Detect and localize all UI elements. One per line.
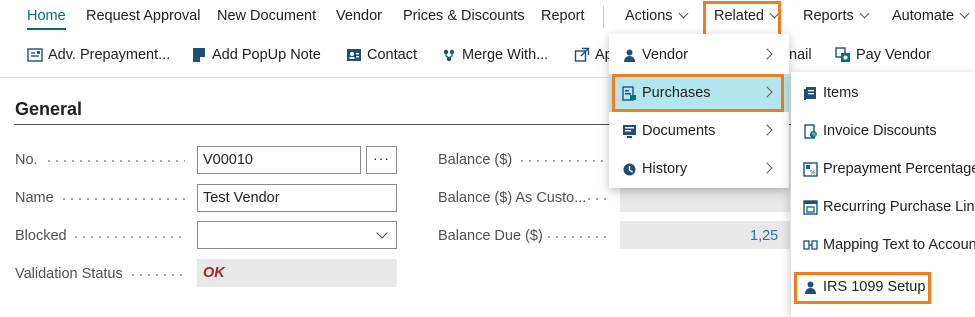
recurring-purchase-lines-icon: [803, 199, 818, 215]
tab-reports[interactable]: Reports: [803, 8, 870, 24]
menu-item-items-label: Items: [823, 85, 859, 101]
chevron-down-icon: [678, 8, 689, 19]
tab-vendor[interactable]: Vendor: [336, 8, 382, 24]
tab-prices-discounts[interactable]: Prices & Discounts: [403, 8, 525, 24]
vendor-icon: [622, 48, 637, 63]
documents-icon: [622, 124, 637, 139]
menu-item-vendor[interactable]: Vendor: [609, 36, 789, 74]
field-leader-dots: [129, 274, 185, 276]
tab-actions[interactable]: Actions: [625, 8, 689, 24]
menu-item-recurring-purchase-lines-label: Recurring Purchase Lines: [823, 199, 975, 215]
field-leader-dots: [60, 198, 185, 200]
chevron-right-icon: [761, 48, 773, 60]
tab-request-approval[interactable]: Request Approval: [86, 8, 200, 24]
svg-text:%: %: [812, 132, 817, 138]
items-icon: [803, 86, 818, 101]
merge-with-label: Merge With...: [462, 47, 549, 63]
pay-vendor-label: Pay Vendor: [856, 47, 931, 63]
related-highlight-box: [703, 1, 781, 37]
menu-item-documents-label: Documents: [642, 123, 716, 139]
tab-new-document[interactable]: New Document: [217, 8, 316, 24]
prepayment-percentages-icon: %: [803, 161, 818, 177]
field-leader-dots: [585, 198, 610, 200]
mapping-text-icon: [803, 238, 818, 253]
tab-automate[interactable]: Automate: [892, 8, 970, 24]
chevron-down-icon: [376, 227, 388, 239]
email-button[interactable]: nail: [789, 47, 812, 63]
add-popup-note-button[interactable]: Add PopUp Note: [191, 47, 321, 63]
contact-button[interactable]: Contact: [346, 47, 417, 63]
svg-text:%: %: [810, 169, 816, 176]
ap-button[interactable]: Ap: [574, 47, 613, 63]
menu-item-history-label: History: [642, 161, 688, 177]
field-label-validation-status: Validation Status: [15, 266, 123, 282]
field-label-balance-as-customer: Balance ($) As Custo...: [438, 190, 587, 206]
no-field[interactable]: V00010: [197, 146, 361, 174]
merge-icon: [441, 47, 457, 63]
contact-label: Contact: [367, 47, 417, 63]
contact-card-icon: [346, 47, 362, 63]
chevron-right-icon: [761, 124, 773, 136]
tab-automate-label: Automate: [892, 8, 955, 24]
chevron-right-icon: [761, 162, 773, 174]
field-label-blocked: Blocked: [15, 228, 67, 244]
tab-report[interactable]: Report: [541, 8, 585, 24]
field-label-balance-due: Balance Due ($): [438, 228, 543, 244]
field-leader-dots: [518, 160, 608, 162]
action-bar-tabs: Home Request Approval New Document Vendo…: [0, 0, 975, 37]
section-title-general[interactable]: General: [15, 99, 82, 120]
field-label-no: No.: [15, 152, 38, 168]
history-icon: [622, 162, 637, 177]
prepayment-icon: [27, 47, 43, 63]
menu-item-items[interactable]: Items: [791, 74, 975, 112]
balance-as-customer-field: [620, 184, 790, 212]
menu-item-invoice-discounts-label: Invoice Discounts: [823, 123, 937, 139]
adv-prepayment-label: Adv. Prepayment...: [48, 47, 171, 63]
irs-1099-highlight-box: [794, 272, 931, 304]
menu-item-documents[interactable]: Documents: [609, 112, 789, 150]
name-field[interactable]: Test Vendor: [197, 184, 397, 212]
tab-actions-label: Actions: [625, 8, 673, 24]
add-popup-note-label: Add PopUp Note: [212, 47, 321, 63]
field-label-balance: Balance ($): [438, 152, 513, 168]
pay-vendor-button[interactable]: Pay Vendor: [835, 47, 931, 63]
assist-edit-button[interactable]: ···: [366, 146, 397, 174]
email-label: nail: [789, 47, 812, 63]
field-leader-dots: [72, 236, 185, 238]
menu-item-recurring-purchase-lines[interactable]: Recurring Purchase Lines: [791, 188, 975, 226]
open-external-icon: [574, 47, 590, 63]
menu-item-mapping-text-to-account[interactable]: Mapping Text to Account: [791, 226, 975, 264]
nav-divider: [603, 6, 604, 28]
menu-item-prepayment-percentages[interactable]: % Prepayment Percentages: [791, 150, 975, 188]
validation-status-field: [197, 259, 397, 287]
note-icon: [191, 47, 207, 63]
menu-item-vendor-label: Vendor: [642, 47, 688, 63]
pay-vendor-icon: [835, 47, 851, 63]
menu-item-invoice-discounts[interactable]: % Invoice Discounts: [791, 112, 975, 150]
chevron-down-icon: [859, 8, 870, 19]
validation-status-value: OK: [203, 265, 225, 281]
menu-item-prepayment-percentages-label: Prepayment Percentages: [823, 161, 975, 177]
menu-item-history[interactable]: History: [609, 150, 789, 188]
tab-reports-label: Reports: [803, 8, 854, 24]
chevron-down-icon: [959, 8, 970, 19]
field-label-name: Name: [15, 190, 54, 206]
field-leader-dots: [545, 236, 610, 238]
menu-item-mapping-text-to-account-label: Mapping Text to Account: [823, 237, 975, 253]
adv-prepayment-button[interactable]: Adv. Prepayment...: [27, 47, 170, 63]
merge-with-button[interactable]: Merge With...: [441, 47, 548, 63]
invoice-discounts-icon: %: [803, 123, 818, 139]
balance-due-value[interactable]: 1,25: [750, 228, 778, 244]
tab-home[interactable]: Home: [27, 8, 66, 30]
field-leader-dots: [45, 160, 185, 162]
blocked-select[interactable]: [197, 221, 397, 249]
purchases-highlight-box: [612, 74, 784, 112]
